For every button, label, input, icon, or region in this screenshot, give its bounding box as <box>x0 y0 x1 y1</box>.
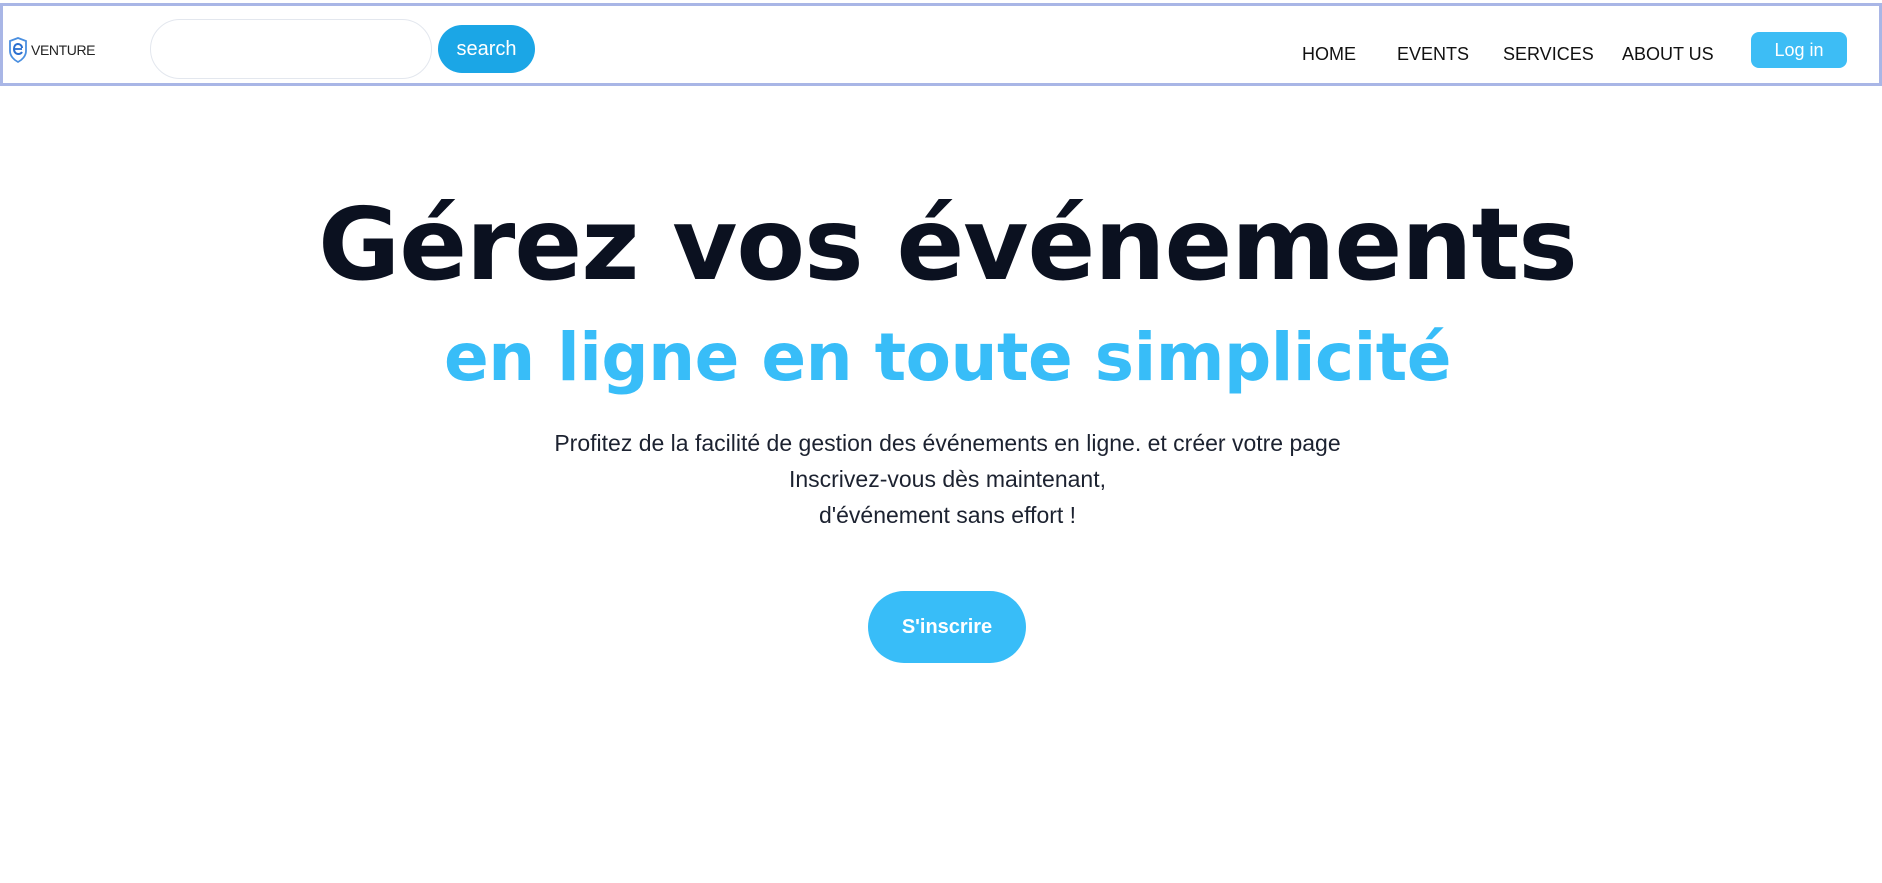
search-input[interactable] <box>150 19 432 79</box>
nav-events-link[interactable]: EVENTS <box>1397 44 1469 65</box>
hero-description-line: Inscrivez-vous dès maintenant, <box>788 466 1107 492</box>
logo[interactable]: VENTURE <box>7 34 96 66</box>
search-button[interactable]: search <box>438 25 535 73</box>
nav-about-link[interactable]: ABOUT US <box>1622 44 1714 65</box>
login-button[interactable]: Log in <box>1751 32 1847 68</box>
signup-button[interactable]: S'inscrire <box>868 591 1026 663</box>
nav-services-link[interactable]: SERVICES <box>1503 44 1594 65</box>
hero-description-line: d'événement sans effort ! <box>818 502 1077 528</box>
eventure-logo-icon <box>7 37 29 63</box>
logo-text: VENTURE <box>31 42 96 58</box>
hero-description: Profitez de la facilité de gestion des é… <box>0 425 1882 533</box>
nav-home-link[interactable]: HOME <box>1302 44 1356 65</box>
hero-description-line: Profitez de la facilité de gestion des é… <box>554 430 1341 456</box>
hero-title: Gérez vos événements <box>318 186 1578 303</box>
navbar: VENTURE search HOME EVENTS SERVICES ABOU… <box>0 3 1882 86</box>
hero-subtitle: en ligne en toute simplicité <box>443 319 1452 396</box>
